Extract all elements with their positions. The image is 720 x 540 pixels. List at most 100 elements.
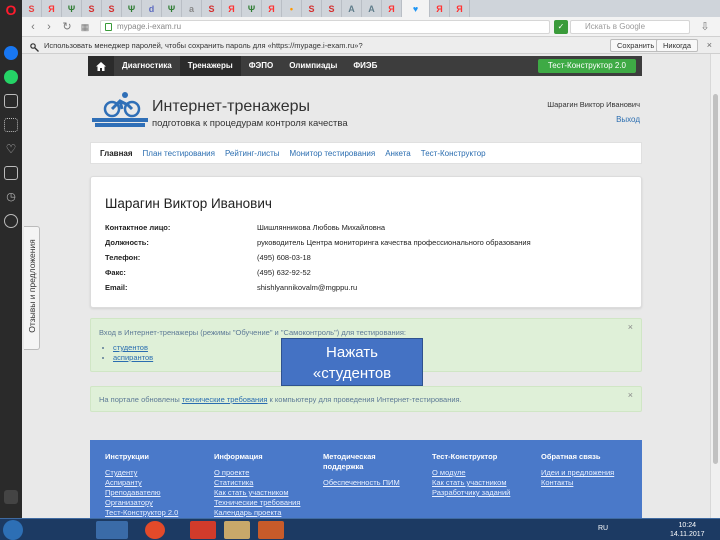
forward-arrow-icon[interactable]: › <box>42 20 56 34</box>
folder-task-icon[interactable] <box>224 521 250 539</box>
browser-tab[interactable]: Ψ <box>122 0 142 17</box>
tab-favicon-icon: Я <box>456 3 463 14</box>
feedback-tab[interactable]: Отзывы и предложения <box>24 226 40 350</box>
explorer-task-icon[interactable] <box>96 521 128 539</box>
browser-tab[interactable]: S <box>82 0 102 17</box>
heart-icon[interactable]: ♡ <box>4 142 18 156</box>
url-text: mypage.i-exam.ru <box>117 22 182 31</box>
powerpoint-task-icon[interactable] <box>190 521 216 539</box>
browser-tab[interactable]: Я <box>450 0 470 17</box>
search-input[interactable]: Искать в Google <box>570 20 690 34</box>
page-scrollbar[interactable] <box>710 54 720 518</box>
save-password-button[interactable]: Сохранить <box>610 39 662 52</box>
opera-sidebar: O ♡ ◷ <box>0 0 22 518</box>
footer-link[interactable]: О проекте <box>214 468 300 478</box>
browser-tab[interactable]: Ψ <box>162 0 182 17</box>
nav-trainers[interactable]: Тренажеры <box>179 56 241 76</box>
system-clock[interactable]: 10:24 14.11.2017 <box>670 521 705 539</box>
footer-link[interactable]: Организатору <box>105 498 178 508</box>
browser-tab[interactable]: Я <box>42 0 62 17</box>
subnav-test-plan[interactable]: План тестирования <box>138 149 220 158</box>
url-field[interactable]: mypage.i-exam.ru <box>100 20 550 34</box>
close-icon[interactable]: × <box>628 390 633 400</box>
never-button[interactable]: Никогда <box>656 39 699 52</box>
messenger-icon[interactable] <box>4 46 18 60</box>
logout-link[interactable]: Выход <box>616 115 640 124</box>
browser-tab[interactable]: S <box>22 0 42 17</box>
scrollbar-thumb[interactable] <box>713 94 718 464</box>
footer-link[interactable]: Календарь проекта <box>214 508 300 518</box>
technical-requirements-link[interactable]: технические требования <box>182 395 268 404</box>
browser-tab[interactable]: А <box>342 0 362 17</box>
browser-tab[interactable]: ♥ <box>402 0 430 17</box>
footer-link[interactable]: Аспиранту <box>105 478 178 488</box>
footer-link[interactable]: Как стать участником <box>214 488 300 498</box>
browser-tab[interactable]: S <box>102 0 122 17</box>
footer-link[interactable]: Студенту <box>105 468 178 478</box>
nav-fieb[interactable]: ФИЭБ <box>345 56 385 76</box>
subnav-main[interactable]: Главная <box>95 149 138 158</box>
history-icon[interactable]: ◷ <box>4 190 18 204</box>
browser-tab[interactable]: а <box>182 0 202 17</box>
footer-link[interactable]: Как стать участником <box>432 478 510 488</box>
nav-diagnostics[interactable]: Диагностика <box>114 56 180 76</box>
vpn-badge-icon[interactable]: ✓ <box>554 20 568 34</box>
footer-link[interactable]: Контакты <box>541 478 614 488</box>
subnav-test-constructor[interactable]: Тест-Конструктор <box>416 149 491 158</box>
browser-tab[interactable]: Я <box>382 0 402 17</box>
tab-favicon-icon: Ψ <box>127 3 136 14</box>
news-icon[interactable] <box>4 166 18 180</box>
postgraduates-link[interactable]: аспирантов <box>113 353 153 362</box>
close-icon[interactable]: × <box>707 37 712 54</box>
browser-tab[interactable]: Ψ <box>62 0 82 17</box>
nav-olympiads[interactable]: Олимпиады <box>281 56 345 76</box>
footer-column-information: Информация О проекте Статистика Как стат… <box>214 452 300 518</box>
feedback-label: Отзывы и предложения <box>27 239 37 333</box>
cyclist-logo-icon[interactable] <box>92 92 148 130</box>
tab-favicon-icon: Я <box>268 3 275 14</box>
extensions-icon[interactable] <box>4 214 18 228</box>
browser-tab[interactable]: S <box>202 0 222 17</box>
browser-tab[interactable]: Ψ <box>242 0 262 17</box>
browser-tab[interactable]: S <box>302 0 322 17</box>
browser-tab[interactable]: Я <box>430 0 450 17</box>
browser-tab[interactable]: S <box>322 0 342 17</box>
camera-icon[interactable] <box>4 94 18 108</box>
subnav-survey[interactable]: Анкета <box>380 149 416 158</box>
opera-task-icon[interactable] <box>145 521 165 539</box>
back-arrow-icon[interactable]: ‹ <box>26 20 40 34</box>
browser-tab[interactable]: А <box>362 0 382 17</box>
presentation-task-icon[interactable] <box>258 521 284 539</box>
footer-link[interactable]: Технические требования <box>214 498 300 508</box>
footer-link[interactable]: Обеспеченность ПИМ <box>323 478 413 488</box>
speed-dial-grid-icon[interactable]: ▦ <box>78 20 92 34</box>
download-icon[interactable]: ⇩ <box>698 20 712 34</box>
browser-tab[interactable]: Я <box>262 0 282 17</box>
subnav-rating-lists[interactable]: Рейтинг-листы <box>220 149 285 158</box>
footer-link[interactable]: Преподавателю <box>105 488 178 498</box>
speed-dial-icon[interactable] <box>4 118 18 132</box>
language-indicator[interactable]: RU <box>598 525 608 532</box>
subnav-test-monitor[interactable]: Монитор тестирования <box>285 149 381 158</box>
start-button-icon[interactable] <box>3 520 23 540</box>
browser-tab[interactable]: Я <box>222 0 242 17</box>
whatsapp-icon[interactable] <box>4 70 18 84</box>
students-link[interactable]: студентов <box>113 343 148 352</box>
footer-link[interactable]: Статистика <box>214 478 300 488</box>
footer-link[interactable]: О модуле <box>432 468 510 478</box>
test-constructor-button[interactable]: Тест-Конструктор 2.0 <box>537 59 636 73</box>
close-icon[interactable]: × <box>628 322 633 332</box>
browser-tab[interactable]: d <box>142 0 162 17</box>
home-icon[interactable] <box>88 56 114 76</box>
opera-logo-icon[interactable]: O <box>4 3 18 17</box>
footer-link[interactable]: Идеи и предложения <box>541 468 614 478</box>
footer-link[interactable]: Тест-Конструктор 2.0 <box>105 508 178 518</box>
sidebar-toggle-icon[interactable] <box>4 490 18 504</box>
site-subtitle: подготовка к процедурам контроля качеств… <box>152 118 348 129</box>
nav-fepo[interactable]: ФЭПО <box>241 56 282 76</box>
list-item: аспирантов <box>113 353 153 363</box>
reload-icon[interactable]: ↻ <box>60 20 74 34</box>
browser-tab[interactable]: • <box>282 0 302 17</box>
footer-link[interactable]: Разработчику заданий <box>432 488 510 498</box>
callout-line-1: Нажать <box>326 344 378 361</box>
